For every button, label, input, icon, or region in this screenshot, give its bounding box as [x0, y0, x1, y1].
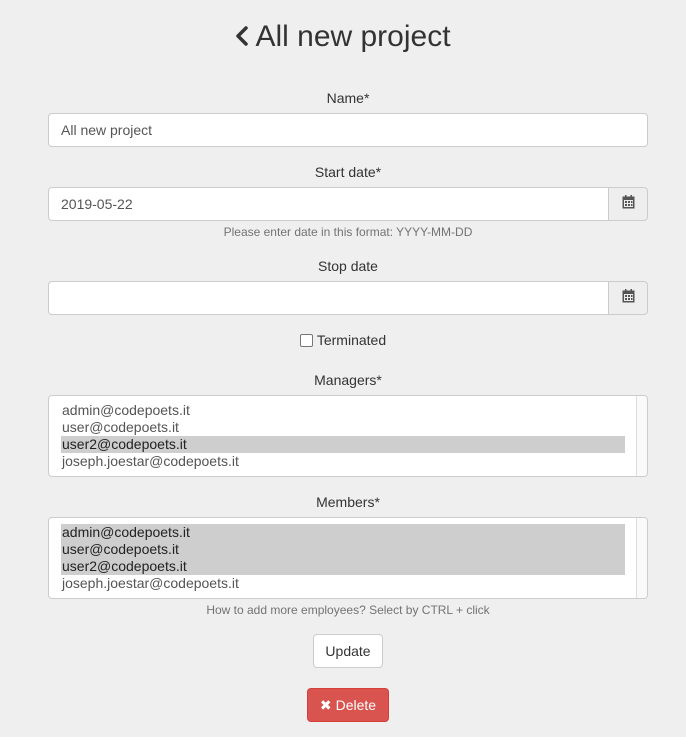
- name-input[interactable]: All new project: [48, 113, 648, 147]
- terminated-checkbox[interactable]: [299, 333, 313, 347]
- members-option[interactable]: joseph.joestar@codepoets.it: [61, 575, 625, 592]
- managers-option[interactable]: admin@codepoets.it: [61, 402, 625, 419]
- calendar-icon: [622, 194, 635, 214]
- managers-option-selected[interactable]: user2@codepoets.it: [61, 436, 625, 453]
- calendar-icon: [622, 288, 635, 308]
- start-date-label: Start date*: [314, 164, 382, 180]
- start-date-input[interactable]: 2019-05-22: [48, 187, 609, 221]
- delete-button[interactable]: ✖ Delete: [307, 688, 389, 722]
- members-help: How to add more employees? Select by CTR…: [206, 603, 490, 617]
- chevron-left-icon[interactable]: [235, 26, 249, 46]
- managers-select[interactable]: admin@codepoets.it user@codepoets.it use…: [48, 395, 648, 477]
- managers-option[interactable]: joseph.joestar@codepoets.it: [61, 453, 625, 470]
- members-select[interactable]: admin@codepoets.it user@codepoets.it use…: [48, 517, 648, 599]
- managers-scrollbar[interactable]: [636, 396, 647, 476]
- name-label: Name*: [326, 90, 370, 106]
- update-button[interactable]: Update: [313, 634, 383, 668]
- members-option-selected[interactable]: user2@codepoets.it: [61, 558, 625, 575]
- stop-date-calendar-button[interactable]: [608, 281, 648, 315]
- page-header: All new project: [0, 20, 686, 54]
- members-option-selected[interactable]: user@codepoets.it: [61, 541, 625, 558]
- start-date-calendar-button[interactable]: [608, 187, 648, 221]
- date-format-help: Please enter date in this format: YYYY-M…: [223, 225, 473, 239]
- members-option-selected[interactable]: admin@codepoets.it: [61, 524, 625, 541]
- terminated-label[interactable]: Terminated: [317, 332, 386, 348]
- members-scrollbar[interactable]: [636, 518, 647, 598]
- members-label: Members*: [316, 494, 380, 510]
- page-title: All new project: [255, 20, 451, 53]
- managers-option[interactable]: user@codepoets.it: [61, 419, 625, 436]
- delete-label: Delete: [335, 697, 377, 713]
- times-icon: ✖: [319, 697, 332, 713]
- terminated-row: Terminated: [0, 332, 686, 348]
- stop-date-input[interactable]: [48, 281, 609, 315]
- stop-date-label: Stop date: [318, 258, 378, 274]
- managers-label: Managers*: [314, 372, 382, 388]
